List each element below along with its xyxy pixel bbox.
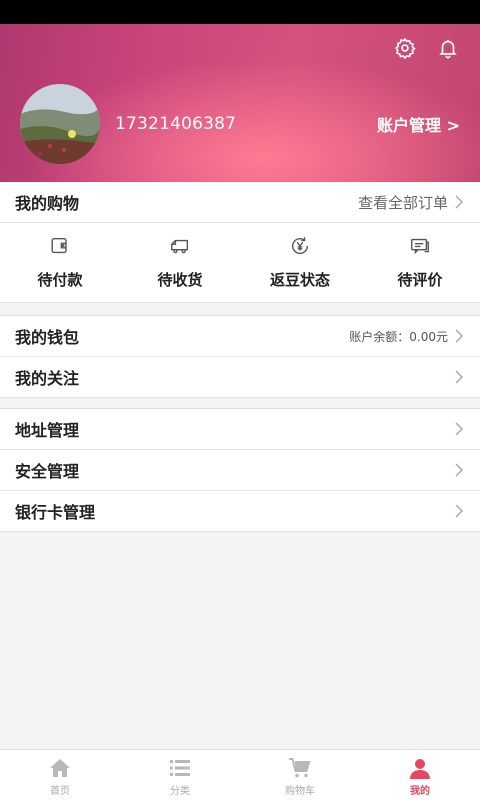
tab-category[interactable]: 分类	[120, 750, 240, 800]
order-label: 返豆状态	[269, 271, 330, 289]
bank-card-management-row[interactable]: 银行卡管理	[0, 491, 480, 532]
tab-label: 我的	[410, 786, 430, 797]
chevron-right-icon	[455, 504, 464, 518]
my-wallet-row[interactable]: 我的钱包 账户余额：0.00元	[0, 316, 480, 357]
user-icon	[410, 759, 430, 779]
order-status-bar: 待付款 待收货 返豆状态 待评价	[0, 223, 480, 303]
my-shopping-row[interactable]: 我的购物 查看全部订单	[0, 182, 480, 223]
tab-cart[interactable]: 购物车	[240, 750, 360, 800]
yen-refresh-icon	[292, 237, 309, 255]
tab-home[interactable]: 首页	[0, 750, 120, 800]
management-section: 地址管理 安全管理 银行卡管理	[0, 408, 480, 532]
address-management-title: 地址管理	[15, 421, 80, 440]
chevron-right-icon	[455, 463, 464, 477]
my-follow-row[interactable]: 我的关注	[0, 357, 480, 398]
tab-label: 首页	[50, 786, 70, 797]
order-pending-payment[interactable]: 待付款	[0, 223, 120, 302]
view-all-orders-link[interactable]: 查看全部订单	[358, 182, 448, 223]
profile-header: 17321406387 账户管理 >	[0, 24, 480, 182]
chevron-right-icon	[455, 370, 464, 384]
tab-label: 购物车	[285, 786, 315, 797]
user-phone-number: 17321406387	[115, 114, 237, 134]
tab-mine[interactable]: 我的	[360, 750, 480, 800]
cart-icon	[289, 758, 311, 778]
comment-icon	[411, 238, 429, 255]
wallet-icon	[51, 237, 67, 254]
chevron-right-icon	[455, 195, 464, 209]
order-label: 待评价	[397, 271, 443, 289]
tab-label: 分类	[170, 786, 190, 797]
my-shopping-title: 我的购物	[15, 194, 80, 213]
order-label: 待收货	[157, 271, 203, 289]
security-management-title: 安全管理	[15, 462, 80, 481]
chevron-right-icon	[455, 422, 464, 436]
order-label: 待付款	[37, 271, 83, 289]
truck-icon	[171, 239, 189, 254]
my-follow-title: 我的关注	[15, 369, 80, 388]
home-icon	[50, 759, 70, 777]
settings-gear-icon[interactable]	[393, 36, 417, 60]
list-icon	[170, 760, 190, 776]
wallet-section: 我的钱包 账户余额：0.00元 我的关注	[0, 315, 480, 398]
chevron-right-icon	[455, 329, 464, 343]
address-management-row[interactable]: 地址管理	[0, 409, 480, 450]
bank-card-management-title: 银行卡管理	[15, 503, 96, 522]
order-pending-receipt[interactable]: 待收货	[120, 223, 240, 302]
account-management-link[interactable]: 账户管理 >	[377, 112, 460, 136]
security-management-row[interactable]: 安全管理	[0, 450, 480, 491]
status-bar	[0, 0, 480, 24]
order-pending-review[interactable]: 待评价	[360, 223, 480, 302]
account-balance: 账户余额：0.00元	[349, 330, 448, 344]
my-shopping-section: 我的购物 查看全部订单 待付款 待收货 返豆状态 待评价	[0, 182, 480, 303]
my-wallet-title: 我的钱包	[15, 328, 80, 347]
avatar[interactable]	[20, 84, 100, 164]
notification-bell-icon[interactable]	[436, 36, 460, 60]
bottom-tab-bar: 首页 分类 购物车 我的	[0, 749, 480, 800]
order-bean-return-status[interactable]: 返豆状态	[240, 223, 360, 302]
